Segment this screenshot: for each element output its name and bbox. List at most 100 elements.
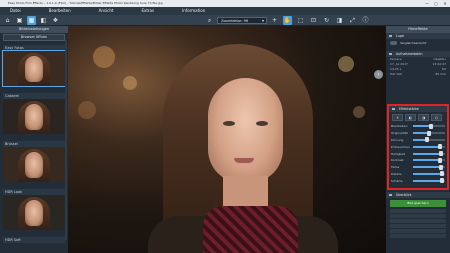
slider-label: Entrauschen [391, 144, 410, 149]
menu-datei[interactable]: Datei [0, 7, 35, 15]
slider-knob[interactable] [438, 144, 443, 150]
compare-toggle[interactable] [390, 41, 397, 45]
subject-face [208, 78, 283, 183]
slider-label: Bearbeiten [391, 124, 408, 129]
bokeh-light [338, 56, 354, 72]
slider-knob[interactable] [439, 151, 444, 157]
option-row[interactable] [390, 219, 446, 223]
slider-row[interactable]: Körnung [389, 137, 447, 144]
zoom-in-icon[interactable]: + [270, 16, 279, 25]
slider-row[interactable]: Kontrast [389, 157, 447, 164]
color-icon[interactable]: ◑ [418, 114, 429, 121]
bokeh-light [93, 46, 115, 68]
slider-knob[interactable] [439, 171, 444, 177]
slider-row[interactable]: Originalität [389, 130, 447, 137]
next-image-icon[interactable]: › [374, 70, 383, 79]
slider-row[interactable]: Details [389, 171, 447, 178]
option-row[interactable] [390, 234, 446, 238]
slider-label: Kontrast [391, 158, 404, 163]
close-button[interactable]: ✕ [442, 1, 448, 6]
subject-mouth [234, 158, 254, 163]
hand-tool-icon[interactable]: ✋ [283, 16, 292, 25]
home-icon[interactable]: ⌂ [3, 16, 12, 25]
slider-label: Körnung [391, 137, 404, 142]
menu-information[interactable]: Information [168, 7, 219, 15]
slider-track[interactable] [413, 130, 445, 136]
slider-row[interactable]: Entrauschen [389, 143, 447, 150]
slider-track[interactable] [413, 164, 445, 170]
effect-item[interactable]: Brüssel [3, 141, 65, 182]
info-icon[interactable]: ⓘ [361, 16, 370, 25]
chevron-down-icon: ▾ [261, 18, 264, 23]
menu-ansicht[interactable]: Ansicht [85, 7, 128, 15]
open-image-icon[interactable]: ▣ [15, 16, 24, 25]
effect-item[interactable]: HDR Soft [3, 237, 65, 243]
contrast-icon[interactable]: ◐ [405, 114, 416, 121]
option-row[interactable] [390, 224, 446, 228]
sun-icon[interactable]: ☀ [392, 114, 403, 121]
maximize-button[interactable]: ▢ [433, 1, 439, 6]
effect-thumbnail[interactable] [3, 99, 65, 134]
rotate-icon[interactable]: ↻ [322, 16, 331, 25]
effect-thumbnail[interactable] [3, 147, 65, 182]
save-image-button[interactable]: Bild speichern [390, 200, 446, 207]
slider-knob[interactable] [438, 157, 443, 163]
browser-open-button[interactable]: Browser öffnen [3, 34, 65, 41]
left-panel: Bildeinstellungen Browser öffnen Easy Fo… [0, 26, 68, 253]
detail-icon[interactable]: ◇ [431, 114, 442, 121]
slider-row[interactable]: Schärfe [389, 177, 447, 184]
slider-knob[interactable] [428, 123, 433, 129]
effect-item[interactable]: HDR Look [3, 189, 65, 230]
slider-fill [413, 172, 442, 175]
menu-extras[interactable]: Extras [127, 7, 168, 15]
slider-track[interactable] [413, 151, 445, 157]
slider-label: Originalität [391, 131, 408, 136]
effect-item[interactable]: Cabaret [3, 93, 65, 134]
slider-row[interactable]: Bearbeiten [389, 123, 447, 130]
slider-row[interactable]: Farbe [389, 164, 447, 171]
right-panel-title: Filmeffekte [386, 26, 450, 33]
slider-track[interactable] [413, 137, 445, 143]
effect-thumbnail[interactable] [3, 195, 65, 230]
compare-icon[interactable]: ◧ [39, 16, 48, 25]
effect-thumbnail[interactable] [2, 50, 66, 87]
slider-track[interactable] [413, 123, 445, 129]
crop-icon[interactable]: ⊡ [309, 16, 318, 25]
fullscreen-icon[interactable]: ⤢ [348, 16, 357, 25]
slider-track[interactable] [413, 144, 445, 150]
zoom-icon[interactable]: ⌕ [205, 16, 214, 25]
gallery-icon[interactable]: ▦ [27, 16, 36, 25]
option-row[interactable] [390, 214, 446, 218]
effect-strength-panel: Effektstärke ☀ ◐ ◑ ◇ Bearbeiten Originali… [387, 104, 449, 190]
window-title: Easy Photo Film Effects – 1.0.1.4 (FSO) … [8, 1, 163, 5]
slider-row[interactable]: Helligkeit [389, 150, 447, 157]
select-tool-icon[interactable]: ⬚ [296, 16, 305, 25]
title-bar: Easy Photo Film Effects – 1.0.1.4 (FSO) … [0, 0, 450, 7]
option-row[interactable] [390, 209, 446, 213]
split-view-icon[interactable]: ◨ [335, 16, 344, 25]
left-scrollbar[interactable] [65, 40, 67, 240]
slider-knob[interactable] [425, 137, 430, 143]
image-canvas[interactable] [68, 26, 386, 253]
menu-bearbeiten[interactable]: Bearbeiten [35, 7, 85, 15]
section-loupe[interactable]: Lupe [386, 33, 450, 39]
section-export[interactable]: Überblick [386, 192, 450, 198]
slider-track[interactable] [413, 178, 445, 184]
slider-knob[interactable] [439, 178, 444, 184]
slider-label: Farbe [391, 165, 400, 170]
subject-eye [256, 121, 268, 126]
section-effect[interactable]: Effektstärke [389, 106, 447, 112]
slider-track[interactable] [413, 171, 445, 177]
slider-knob[interactable] [427, 130, 431, 136]
minimize-button[interactable]: — [424, 1, 430, 6]
effect-item[interactable]: Easy Fotos [2, 45, 66, 87]
section-info[interactable]: Aufnahmedaten [386, 51, 450, 57]
slider-track[interactable] [413, 157, 445, 163]
option-row[interactable] [390, 229, 446, 233]
toolbar: ⌂ ▣ ▦ ◧ ❖ ⌕ Zoomfaktor: 96 ▾ + ✋ ⬚ ⊡ ↻ ◨… [0, 15, 450, 26]
slider-knob[interactable] [439, 164, 444, 170]
slider-fill [413, 152, 442, 155]
effects-icon[interactable]: ❖ [51, 16, 60, 25]
zoom-dropdown[interactable]: Zoomfaktor: 96 ▾ [217, 17, 267, 24]
zoom-value: Zoomfaktor: 96 [221, 19, 249, 23]
